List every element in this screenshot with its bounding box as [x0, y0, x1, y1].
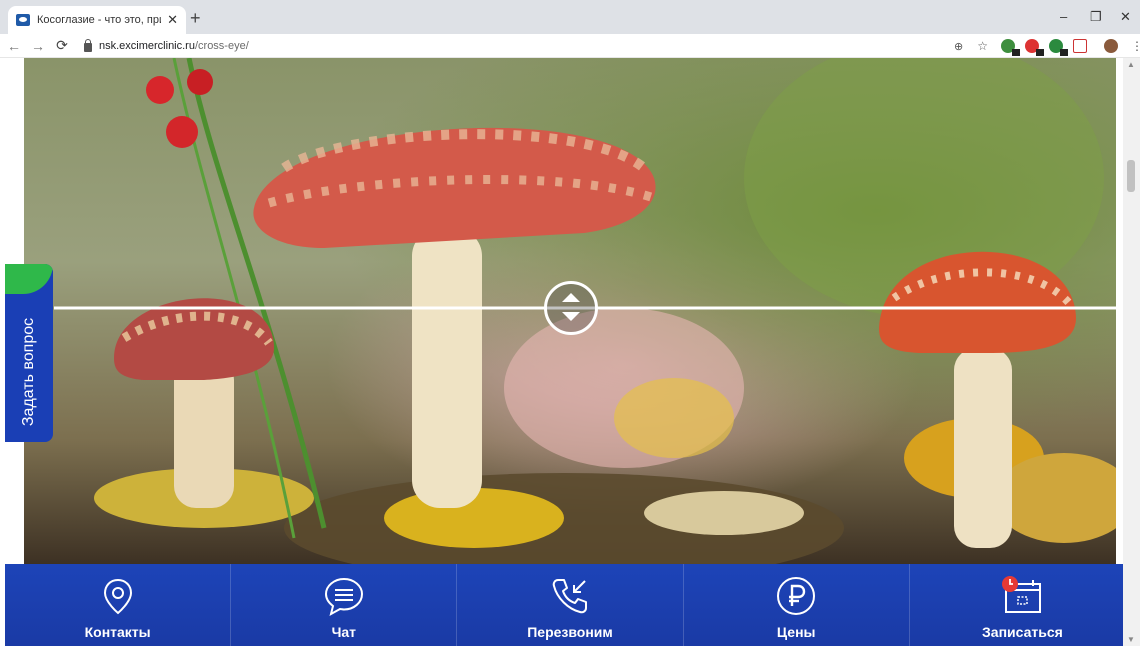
ruble-icon: [777, 577, 816, 615]
extension-icon[interactable]: [1024, 39, 1044, 56]
minimize-button[interactable]: –: [1060, 9, 1067, 24]
location-pin-icon: [103, 578, 132, 615]
browser-toolbar: ← → ⟳ nsk.excimercliniс.ru/cross-eye/ ⊕ …: [0, 34, 1140, 58]
url-host: nsk.excimercliniс.ru: [99, 40, 195, 52]
appointment-button[interactable]: Записаться: [910, 564, 1135, 646]
zoom-icon[interactable]: ⊕: [954, 40, 963, 53]
chat-bubble-icon: [324, 577, 363, 616]
scroll-thumb[interactable]: [1127, 160, 1135, 192]
back-arrow-icon[interactable]: ←: [4, 38, 24, 54]
calendar-icon: [1002, 576, 1042, 613]
appointment-label: Записаться: [982, 624, 1063, 640]
extension-icon[interactable]: [1000, 39, 1020, 56]
contacts-label: Контакты: [84, 624, 151, 640]
prices-button[interactable]: Цены: [684, 564, 910, 646]
ask-question-button[interactable]: Задать вопрос: [5, 264, 53, 442]
site-favicon-icon: [16, 14, 30, 26]
chat-label: Чат: [331, 624, 357, 640]
callback-label: Перезвоним: [527, 624, 613, 640]
close-window-button[interactable]: ✕: [1120, 9, 1131, 25]
tab-title: Косоглазие - что это, причины: [37, 14, 161, 26]
tab-close-icon[interactable]: ✕: [167, 12, 178, 28]
phone-callback-icon: [552, 579, 587, 614]
callback-button[interactable]: Перезвоним: [457, 564, 684, 646]
menu-dots-icon[interactable]: ⋮: [1131, 39, 1140, 53]
page-scrollbar[interactable]: ▲ ▼: [1123, 58, 1140, 646]
bottom-action-bar: Контакты Чат Перезвоним Цены Записаться: [5, 564, 1135, 646]
image-compare-handle[interactable]: [544, 281, 598, 335]
address-bar[interactable]: nsk.excimercliniс.ru/cross-eye/: [84, 37, 984, 55]
contacts-button[interactable]: Контакты: [5, 564, 232, 646]
bookmark-star-icon[interactable]: ☆: [977, 39, 988, 53]
scroll-down-icon[interactable]: ▼: [1127, 635, 1135, 644]
reload-icon[interactable]: ⟳: [52, 37, 72, 54]
scroll-up-icon[interactable]: ▲: [1127, 60, 1135, 69]
arrow-up-icon: [562, 293, 580, 302]
page-content: Задать вопрос Контакты Чат Перезвоним Це…: [0, 58, 1140, 646]
browser-tab-bar: Косоглазие - что это, причины ✕ + – ❐ ✕: [0, 0, 1140, 34]
hero-image: [24, 58, 1116, 568]
new-tab-button[interactable]: +: [190, 8, 201, 29]
url-path: /cross-eye/: [194, 40, 249, 52]
arrow-down-icon: [562, 312, 580, 321]
forward-arrow-icon[interactable]: →: [28, 38, 48, 54]
maximize-button[interactable]: ❐: [1090, 9, 1102, 25]
ask-question-accent: [5, 264, 53, 294]
ask-question-label: Задать вопрос: [20, 317, 37, 427]
browser-tab[interactable]: Косоглазие - что это, причины ✕: [8, 6, 186, 34]
avatar[interactable]: [1103, 39, 1118, 53]
chat-button[interactable]: Чат: [231, 564, 458, 646]
extension-icon[interactable]: [1048, 39, 1068, 56]
lock-icon: [84, 38, 92, 52]
prices-label: Цены: [776, 624, 816, 640]
extension-icon[interactable]: [1072, 39, 1087, 53]
